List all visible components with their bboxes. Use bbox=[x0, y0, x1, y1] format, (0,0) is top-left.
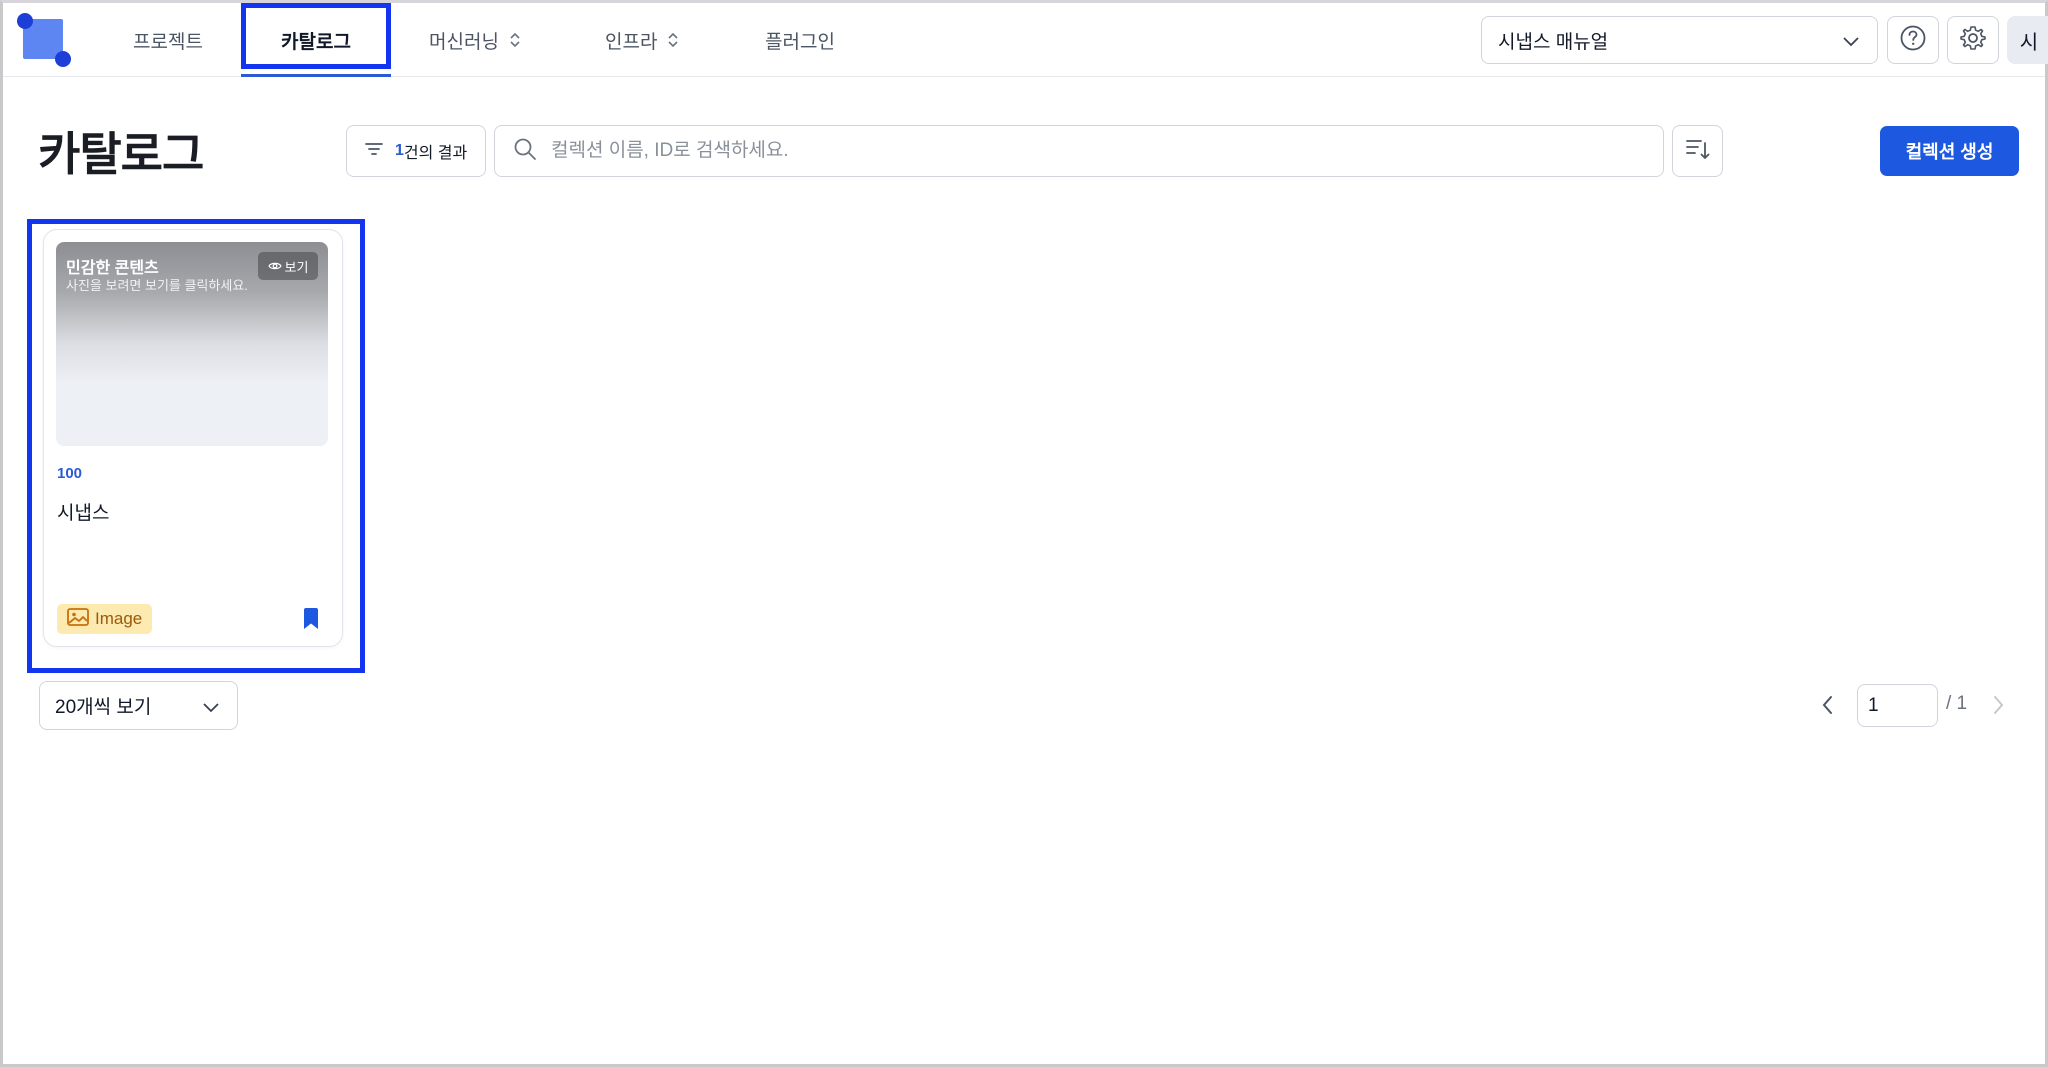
avatar-label: 시 bbox=[2019, 31, 2039, 54]
sensitive-title: 민감한 콘텐츠 bbox=[66, 260, 159, 277]
nav-item-catalog[interactable]: 카탈로그 bbox=[241, 3, 391, 77]
collection-card[interactable]: 민감한 콘텐츠 사진을 보려면 보기를 클릭하세요. 보기 100 시냅스 Im… bbox=[43, 229, 343, 647]
nav-item-projects[interactable]: 프로젝트 bbox=[133, 3, 203, 77]
chevron-down-icon bbox=[1841, 31, 1861, 57]
eye-icon bbox=[267, 259, 285, 274]
help-icon bbox=[1899, 24, 1927, 57]
page-total: / 1 bbox=[1946, 693, 1968, 714]
sort-icon bbox=[1685, 137, 1711, 166]
chevron-updown-icon bbox=[667, 31, 679, 49]
settings-button[interactable] bbox=[1947, 16, 1999, 64]
nav-item-plugins[interactable]: 플러그인 bbox=[765, 3, 835, 77]
nav-item-label: 플러그인 bbox=[765, 31, 835, 53]
nav-item-label: 프로젝트 bbox=[133, 31, 203, 53]
type-label: Image bbox=[95, 609, 143, 628]
nav-item-label: 머신러닝 bbox=[429, 31, 499, 53]
chevron-left-icon bbox=[1818, 696, 1838, 721]
top-nav: 프로젝트 카탈로그 머신러닝 인프라 플러그인 시냅스 매뉴얼 시 bbox=[3, 3, 2048, 77]
nav-item-label: 인프라 bbox=[605, 31, 658, 53]
nav-item-machine-learning[interactable]: 머신러닝 bbox=[429, 3, 521, 77]
filter-icon bbox=[365, 142, 383, 161]
page-title: 카탈로그 bbox=[38, 128, 204, 180]
chevron-down-icon bbox=[201, 697, 221, 723]
type-badge: Image bbox=[57, 604, 153, 634]
gear-icon bbox=[1959, 24, 1987, 57]
page-size-select[interactable]: 20개씩 보기 bbox=[39, 681, 238, 730]
view-label: 보기 bbox=[284, 259, 309, 275]
manual-select-value: 시냅스 매뉴얼 bbox=[1498, 31, 1609, 53]
manual-select[interactable]: 시냅스 매뉴얼 bbox=[1481, 16, 1878, 64]
logo-icon[interactable] bbox=[17, 13, 73, 69]
page-number-input[interactable] bbox=[1857, 684, 1938, 727]
filter-button[interactable]: 1 건의 결과 bbox=[346, 125, 486, 177]
search-input[interactable] bbox=[551, 140, 1551, 162]
create-collection-button[interactable]: 컬렉션 생성 bbox=[1880, 126, 2019, 176]
sensitive-description: 사진을 보려면 보기를 클릭하세요. bbox=[66, 278, 248, 293]
card-name: 시냅스 bbox=[57, 503, 110, 524]
avatar[interactable]: 시 bbox=[2007, 16, 2048, 64]
sort-button[interactable] bbox=[1672, 125, 1723, 177]
result-count: 1 bbox=[395, 142, 404, 159]
page-size-value: 20개씩 보기 bbox=[55, 697, 152, 718]
view-button[interactable]: 보기 bbox=[258, 252, 318, 280]
result-label: 건의 결과 bbox=[403, 145, 468, 162]
prev-page-button[interactable] bbox=[1818, 693, 1838, 722]
highlight-box bbox=[241, 3, 391, 69]
search-box[interactable] bbox=[494, 125, 1664, 177]
card-id: 100 bbox=[57, 465, 83, 482]
image-icon bbox=[67, 607, 95, 631]
chevron-right-icon bbox=[1988, 696, 2008, 721]
nav-item-infra[interactable]: 인프라 bbox=[605, 3, 679, 77]
next-page-button[interactable] bbox=[1988, 693, 2008, 722]
help-button[interactable] bbox=[1887, 16, 1939, 64]
bookmark-icon[interactable] bbox=[302, 608, 320, 635]
search-icon bbox=[513, 137, 537, 166]
active-underline bbox=[241, 74, 391, 77]
card-thumbnail: 민감한 콘텐츠 사진을 보려면 보기를 클릭하세요. 보기 bbox=[56, 242, 328, 446]
chevron-updown-icon bbox=[509, 31, 521, 49]
